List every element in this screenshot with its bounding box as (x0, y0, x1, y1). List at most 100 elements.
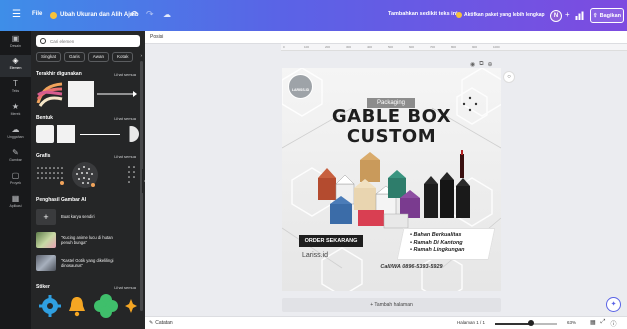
rail-item-label: Teks (11, 89, 20, 93)
chip-singkat[interactable]: Singkat (36, 52, 62, 62)
sticker-spark[interactable] (125, 299, 137, 313)
chip-kotak[interactable]: Kotak (111, 52, 134, 62)
stats-icon[interactable] (575, 11, 584, 20)
duplicate-page-icon[interactable]: ⧉ (479, 61, 483, 68)
ai-item-text: "Kucing anime lucu di hutan penuh bunga" (61, 234, 113, 245)
see-all-recent-link[interactable]: Lihat semua (114, 72, 136, 77)
filter-chips: Singkat Garis Awan Kotak › (36, 52, 146, 62)
hamburger-icon[interactable]: ☰ (12, 10, 21, 20)
section-title-shapes: Bentuk (36, 115, 53, 121)
grid-view-icon[interactable]: ▦ (590, 319, 596, 328)
search-box[interactable] (36, 35, 140, 47)
feature-item: • Ramah Lingkungan (410, 247, 465, 253)
search-input[interactable] (50, 38, 130, 44)
rail-item-draw[interactable]: ✎ Gambar (0, 147, 31, 169)
rail-item-brand[interactable]: ★ Merek (0, 101, 31, 123)
see-all-shapes-link[interactable]: Lihat semua (114, 116, 136, 121)
draw-icon: ✎ (12, 148, 19, 157)
share-label: Bagikan (599, 12, 621, 19)
recent-square-shape[interactable] (68, 81, 94, 107)
ruler-mark: 800 (451, 45, 457, 49)
fullscreen-icon[interactable]: ⤢ (601, 319, 606, 328)
add-title-link[interactable]: Tambahkan sedikit teks ini (388, 11, 458, 17)
rail-item-uploads[interactable]: ☁ Unggahan (0, 124, 31, 146)
upload-icon: ⇧ (592, 12, 598, 19)
position-button[interactable]: Posisi (150, 34, 163, 40)
order-now-button: ORDER SEKARANG (299, 235, 363, 247)
activate-plan-button[interactable]: Aktifkan paket yang lebih lengkap (456, 12, 545, 18)
resize-button[interactable]: Ubah Ukuran dan Alih Ajaib (50, 9, 139, 21)
add-page-button[interactable]: + Tambah halaman (282, 298, 501, 312)
ruler-mark: 700 (430, 45, 436, 49)
chip-garis[interactable]: Garis (64, 52, 85, 62)
recent-wave-graphic[interactable] (36, 81, 64, 107)
ruler-mark: 400 (367, 45, 373, 49)
recent-arrow-line[interactable] (97, 89, 137, 99)
see-all-stickers-link[interactable]: Lihat semua (114, 285, 136, 290)
ruler-mark: 1000 (493, 45, 500, 49)
ai-item-text: "Kastel Gotik yang dikelilingi dinosauru… (61, 257, 114, 268)
rail-item-label: Elemen (9, 66, 22, 70)
rail-item-projects[interactable]: ▢ Proyek (0, 170, 31, 192)
graphic-dotted-pattern[interactable] (36, 164, 66, 186)
resize-label: Ubah Ukuran dan Alih Ajaib (60, 12, 139, 18)
add-collaborator-icon[interactable]: + (565, 10, 570, 20)
see-all-graphics-link[interactable]: Lihat semua (114, 154, 136, 159)
plus-icon: + (36, 209, 56, 225)
ai-item-castle[interactable]: "Kastel Gotik yang dikelilingi dinosauru… (36, 255, 121, 271)
lock-icon[interactable]: ◉ (470, 61, 475, 68)
avatar[interactable]: N (550, 10, 562, 22)
ruler-mark: 600 (409, 45, 415, 49)
add-page-icon[interactable]: ⊕ (488, 61, 493, 68)
feature-item: • Bahan Berkualitas (410, 232, 462, 238)
rail-item-elements[interactable]: ◈ Elemen (0, 55, 31, 77)
file-menu[interactable]: File (32, 11, 42, 17)
ruler-mark: 900 (472, 45, 478, 49)
redo-icon[interactable]: ↷ (146, 10, 154, 19)
ruler-mark: 0 (283, 45, 285, 49)
help-icon[interactable]: ⓘ (610, 319, 616, 328)
cloud-icon[interactable]: ☁ (163, 10, 171, 19)
zoom-slider-knob[interactable] (527, 320, 534, 326)
section-title-recent: Terakhir digunakan (36, 71, 82, 77)
feature-item: • Ramah Di Kantong (410, 239, 463, 246)
zoom-value[interactable]: 63% (567, 320, 576, 325)
notes-button[interactable]: ✎ Catatan (149, 320, 173, 326)
design-page[interactable]: LARISS.ID Packaging GABLE BOX CUSTOM ORD… (282, 68, 501, 291)
magic-icon[interactable]: ✦ (606, 297, 621, 312)
text-icon: T (13, 79, 18, 88)
apps-icon: ▦ (11, 194, 20, 203)
rail-item-text[interactable]: T Teks (0, 78, 31, 100)
undo-icon[interactable]: ↶ (130, 10, 138, 19)
design-title-line2: CUSTOM (346, 126, 437, 147)
section-title-ai: Penghasil Gambar AI (36, 197, 87, 203)
shape-rounded-square[interactable] (36, 125, 54, 143)
bottom-bar: ✎ Catatan Halaman 1 / 1 63% ▦ ⤢ ⓘ (145, 316, 627, 329)
view-controls: ▦ ⤢ ⓘ (590, 319, 617, 328)
graphic-halftone-circle[interactable] (71, 161, 99, 189)
ruler-mark: 500 (388, 45, 394, 49)
graphic-dotted-lines[interactable] (103, 164, 139, 186)
context-toolbar: Posisi (145, 31, 627, 44)
ai-thumb-castle (36, 255, 56, 271)
shape-square[interactable] (57, 125, 75, 143)
top-bar: ☰ File Ubah Ukuran dan Alih Ajaib ↶ ↷ ☁ … (0, 0, 627, 31)
zoom-slider[interactable] (495, 320, 557, 326)
comment-icon[interactable]: ○ (503, 71, 515, 83)
notes-icon: ✎ (149, 320, 154, 326)
shape-circle[interactable] (123, 126, 139, 142)
ruler-mark: 300 (346, 45, 352, 49)
ai-item-create[interactable]: + Buat karya sendiri (36, 209, 121, 225)
share-button[interactable]: ⇧ Bagikan (590, 8, 624, 23)
rail-item-apps[interactable]: ▦ Aplikasi (0, 193, 31, 215)
chip-awan[interactable]: Awan (87, 52, 109, 62)
rail-item-design[interactable]: ▣ Desain (0, 33, 31, 55)
ai-item-cat[interactable]: "Kucing anime lucu di hutan penuh bunga" (36, 232, 121, 248)
sticker-bell[interactable] (67, 295, 87, 317)
page-indicator[interactable]: Halaman 1 / 1 (457, 320, 485, 325)
sticker-gear[interactable] (39, 295, 61, 317)
contact-text: Call/WA 0896-5393-5929 (380, 264, 443, 270)
shape-line[interactable] (80, 134, 120, 135)
rail-item-label: Gambar (9, 158, 22, 162)
sticker-clover[interactable] (93, 293, 119, 319)
